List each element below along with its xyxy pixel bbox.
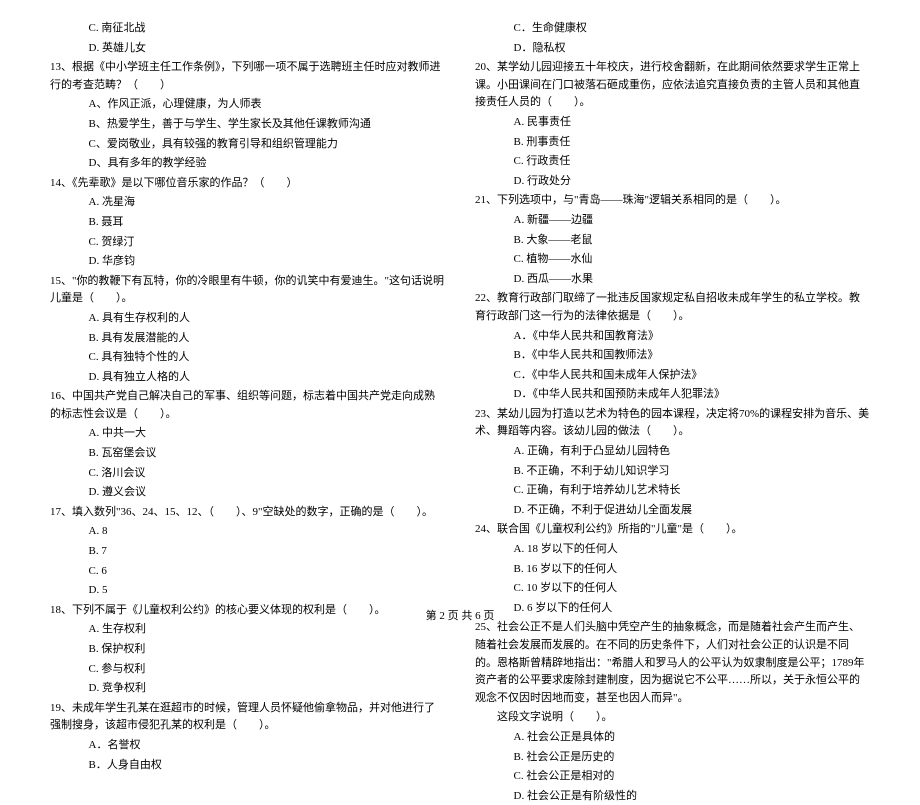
q14-option-c: C. 贺绿汀 (50, 234, 445, 252)
q24-option-d: D. 6 岁以下的任何人 (475, 600, 870, 618)
q18-option-c: C. 参与权利 (50, 661, 445, 679)
q15-option-b: B. 具有发展潜能的人 (50, 330, 445, 348)
q25-option-b: B. 社会公正是历史的 (475, 749, 870, 767)
q23-option-a: A. 正确，有利于凸显幼儿园特色 (475, 443, 870, 461)
q21-option-b: B. 大象——老鼠 (475, 232, 870, 250)
q17-option-a: A. 8 (50, 523, 445, 541)
q23-option-c: C. 正确，有利于培养幼儿艺术特长 (475, 482, 870, 500)
q19-option-a: A．名誉权 (50, 737, 445, 755)
q13-option-b: B、热爱学生，善于与学生、学生家长及其他任课教师沟通 (50, 116, 445, 134)
q18-option-a: A. 生存权利 (50, 621, 445, 639)
q15-option-d: D. 具有独立人格的人 (50, 369, 445, 387)
q14-text: 14、《先辈歌》是以下哪位音乐家的作品？（ ） (50, 177, 298, 189)
q14-option-a: A. 冼星海 (50, 194, 445, 212)
q19-option-d: D．隐私权 (475, 40, 870, 58)
q22-option-a: A．《中华人民共和国教育法》 (475, 328, 870, 346)
q21-text: 21、下列选项中，与"青岛——珠海"逻辑关系相同的是（ ）。 (475, 194, 786, 206)
q22-option-b: B．《中华人民共和国教师法》 (475, 347, 870, 365)
q16-option-c: C. 洛川会议 (50, 465, 445, 483)
q18-option-d: D. 竞争权利 (50, 680, 445, 698)
q16-option-d: D. 遵义会议 (50, 484, 445, 502)
q12-option-c: C. 南征北战 (50, 20, 445, 38)
q20-option-d: D. 行政处分 (475, 173, 870, 191)
left-column: C. 南征北战 D. 英雄儿女 13、根据《中小学班主任工作条例》，下列哪一项不… (50, 20, 445, 600)
q24-option-a: A. 18 岁以下的任何人 (475, 541, 870, 559)
q20-text: 20、某学幼儿园迎接五十年校庆，进行校舍翻新，在此期间依然要求学生正常上课。小田… (475, 61, 860, 108)
q23-option-d: D. 不正确，不利于促进幼儿全面发展 (475, 502, 870, 520)
q13-option-d: D、具有多年的教学经验 (50, 155, 445, 173)
q19-text: 19、未成年学生孔某在逛超市的时候，管理人员怀疑他偷拿物品，并对他进行了强制搜身… (50, 702, 435, 732)
right-column: C．生命健康权 D．隐私权 20、某学幼儿园迎接五十年校庆，进行校舍翻新，在此期… (475, 20, 870, 600)
q16-option-b: B. 瓦窑堡会议 (50, 445, 445, 463)
q21-option-a: A. 新疆——边疆 (475, 212, 870, 230)
q20-option-c: C. 行政责任 (475, 153, 870, 171)
q25-text: 25、社会公正不是人们头脑中凭空产生的抽象概念，而是随着社会产生而产生、随着社会… (475, 621, 865, 703)
q18-text: 18、下列不属于《儿童权利公约》的核心要义体现的权利是（ ）。 (50, 604, 386, 616)
q24-option-b: B. 16 岁以下的任何人 (475, 561, 870, 579)
q15-option-c: C. 具有独特个性的人 (50, 349, 445, 367)
q13-text: 13、根据《中小学班主任工作条例》，下列哪一项不属于选聘班主任时应对教师进行的考… (50, 61, 441, 91)
q20-option-a: A. 民事责任 (475, 114, 870, 132)
q21-option-c: C. 植物——水仙 (475, 251, 870, 269)
q17-text: 17、填入数列"36、24、15、12、（ ）、9"空缺处的数字，正确的是（ ）… (50, 506, 433, 518)
q22-option-d: D．《中华人民共和国预防未成年人犯罪法》 (475, 386, 870, 404)
q25-option-d: D. 社会公正是有阶级性的 (475, 788, 870, 805)
q22-option-c: C．《中华人民共和国未成年人保护法》 (475, 367, 870, 385)
q14-option-b: B. 聂耳 (50, 214, 445, 232)
q15-option-a: A. 具有生存权利的人 (50, 310, 445, 328)
q19-option-c: C．生命健康权 (475, 20, 870, 38)
q16-option-a: A. 中共一大 (50, 425, 445, 443)
q16-text: 16、中国共产党自己解决自己的军事、组织等问题，标志着中国共产党走向成熟的标志性… (50, 390, 435, 420)
q24-text: 24、联合国《儿童权利公约》所指的"儿童"是（ ）。 (475, 523, 742, 535)
q25-option-c: C. 社会公正是相对的 (475, 768, 870, 786)
q21-option-d: D. 西瓜——水果 (475, 271, 870, 289)
q24-option-c: C. 10 岁以下的任何人 (475, 580, 870, 598)
q23-option-b: B. 不正确，不利于幼儿知识学习 (475, 463, 870, 481)
q13-option-c: C、爱岗敬业，具有较强的教育引导和组织管理能力 (50, 136, 445, 154)
q25-option-a: A. 社会公正是具体的 (475, 729, 870, 747)
q13-option-a: A、作风正派，心理健康，为人师表 (50, 96, 445, 114)
q17-option-d: D. 5 (50, 582, 445, 600)
q12-option-d: D. 英雄儿女 (50, 40, 445, 58)
q15-text: 15、"你的教鞭下有瓦特，你的冷眼里有牛顿，你的讥笑中有爱迪生。"这句话说明儿童… (50, 275, 444, 305)
q25-cont: 这段文字说明（ ）。 (475, 709, 870, 727)
q19-option-b: B．人身自由权 (50, 757, 445, 775)
q20-option-b: B. 刑事责任 (475, 134, 870, 152)
q22-text: 22、教育行政部门取缔了一批违反国家规定私自招收未成年学生的私立学校。教育行政部… (475, 292, 860, 322)
q17-option-c: C. 6 (50, 563, 445, 581)
q14-option-d: D. 华彦钧 (50, 253, 445, 271)
q17-option-b: B. 7 (50, 543, 445, 561)
q23-text: 23、某幼儿园为打造以艺术为特色的园本课程，决定将70%的课程安排为音乐、美术、… (475, 408, 869, 438)
